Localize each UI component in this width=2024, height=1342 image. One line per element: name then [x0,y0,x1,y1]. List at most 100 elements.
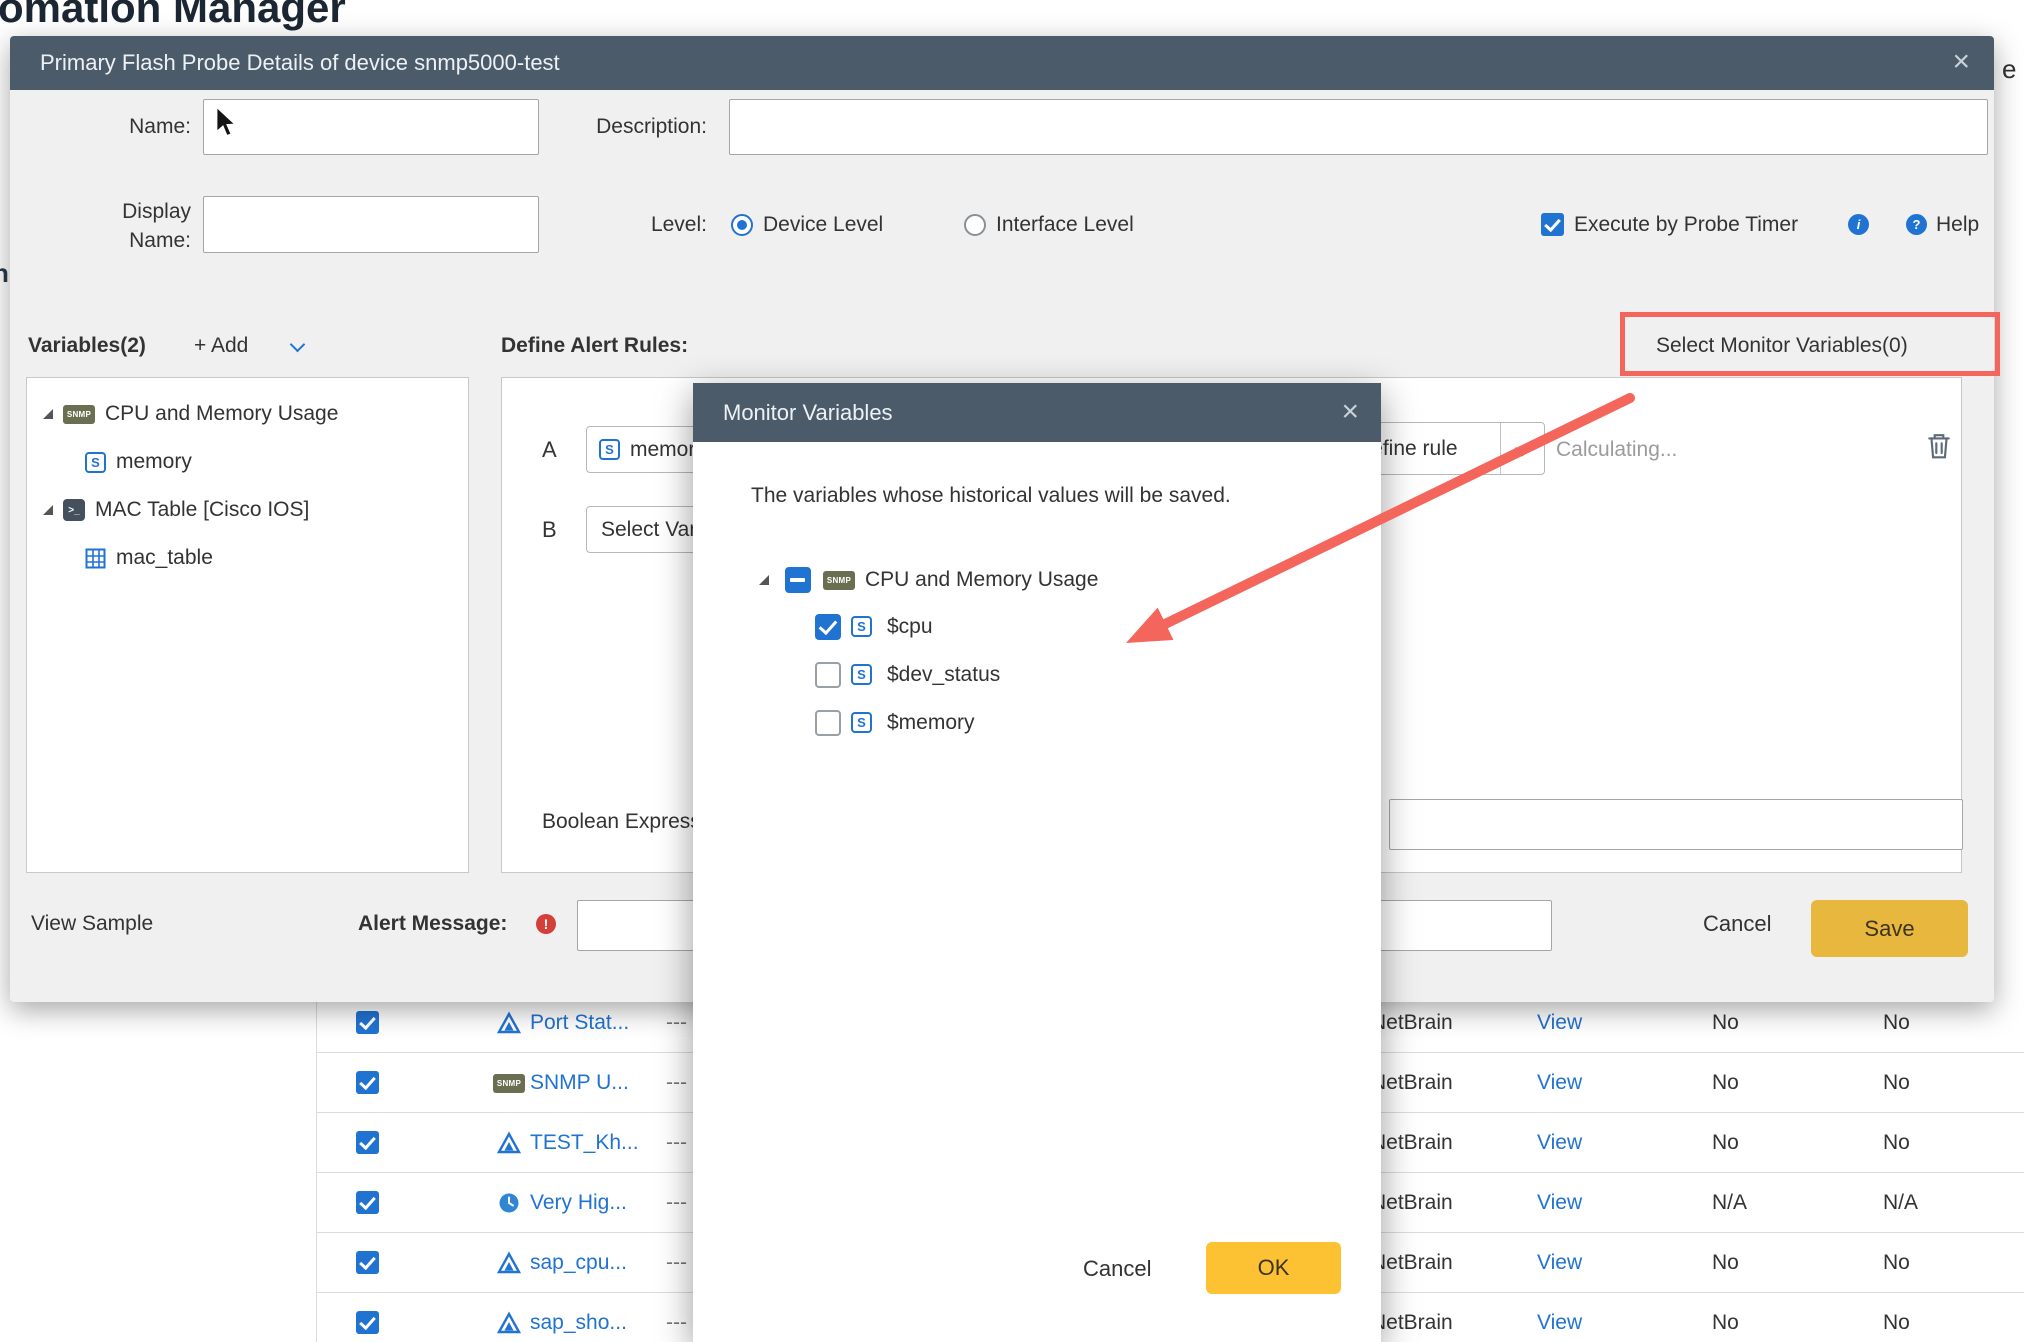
table-cell: --- [666,1068,687,1098]
row-checkbox[interactable] [356,1191,379,1214]
view-link[interactable]: View [1537,1128,1582,1158]
device-level-radio[interactable] [731,214,753,236]
interface-level-label[interactable]: Interface Level [996,196,1134,253]
tree-item-mac-table[interactable]: >_ MAC Table [Cisco IOS] [27,486,468,534]
display-name-label-line2: Name: [129,229,191,252]
modal-close-icon[interactable]: × [1341,383,1359,440]
execute-by-probe-timer-label: Execute by Probe Timer [1574,196,1798,253]
add-variable-button[interactable]: + Add [194,329,248,363]
string-variable-icon: S [85,452,106,473]
expanded-triangle-icon[interactable] [43,505,53,515]
cancel-button[interactable]: Cancel [1703,904,1771,944]
display-name-input[interactable] [203,196,539,253]
help-icon[interactable]: ? [1906,214,1927,235]
probe-name-link[interactable]: SNMP U... [530,1068,629,1098]
modal-ok-button[interactable]: OK [1206,1242,1341,1294]
warning-icon: ! [536,914,556,934]
table-cell: No [1712,1068,1739,1098]
description-label: Description: [530,99,707,155]
calculating-status: Calculating... [1556,426,1677,473]
tree-item-mac-table-var[interactable]: mac_table [27,534,468,582]
name-input[interactable] [203,99,539,155]
table-icon [85,548,106,569]
qapp-icon [492,1130,526,1156]
tree-item-label: mac_table [116,546,213,570]
view-link[interactable]: View [1537,1008,1582,1038]
qapp-icon [492,1250,526,1276]
table-cell: No [1883,1128,1910,1158]
view-link[interactable]: View [1537,1308,1582,1338]
modal-cancel-button[interactable]: Cancel [1083,1249,1151,1289]
save-button[interactable]: Save [1811,900,1968,957]
view-link[interactable]: View [1537,1188,1582,1218]
view-link[interactable]: View [1537,1068,1582,1098]
left-text-fragment: h [0,258,9,289]
view-sample-link[interactable]: View Sample [31,904,153,944]
tree-item-memory[interactable]: S memory [27,438,468,486]
vendor-cell: NetBrain [1371,1128,1453,1158]
display-name-label-line1: Display [122,200,191,223]
interface-level-radio[interactable] [964,214,986,236]
memory-checkbox[interactable] [815,710,841,736]
probe-name-link[interactable]: sap_cpu... [530,1248,627,1278]
row-checkbox[interactable] [356,1071,379,1094]
cpu-checkbox[interactable] [815,614,841,640]
row-checkbox[interactable] [356,1131,379,1154]
close-icon[interactable]: × [1952,36,1970,88]
chevron-down-icon[interactable] [290,337,306,353]
probe-name-link[interactable]: sap_sho... [530,1308,627,1338]
level-label: Level: [530,196,707,253]
name-label: Name: [50,99,191,155]
row-checkbox[interactable] [356,1011,379,1034]
tree-item-cpu-memory-usage[interactable]: SNMP CPU and Memory Usage [27,390,468,438]
boolean-expression-input[interactable] [1389,799,1963,850]
probe-name-link[interactable]: Very Hig... [530,1188,627,1218]
string-variable-icon: S [851,664,872,685]
display-name-label: Display Name: [50,197,191,255]
string-variable-icon: S [851,616,872,637]
view-link[interactable]: View [1537,1248,1582,1278]
probe-name-link[interactable]: TEST_Kh... [530,1128,639,1158]
table-cell: No [1883,1308,1910,1338]
table-cell: --- [666,1128,687,1158]
alert-message-label: Alert Message: [358,904,507,944]
snmp-icon: SNMP [492,1070,526,1096]
monitor-variables-modal: Monitor Variables × The variables whose … [693,383,1381,1342]
snmp-badge: SNMP [493,1074,525,1093]
expanded-triangle-icon[interactable] [43,409,53,419]
tree-item-label: MAC Table [Cisco IOS] [95,498,309,522]
execute-by-probe-timer-checkbox[interactable] [1541,213,1564,236]
variable-label[interactable]: $memory [887,710,975,736]
help-link[interactable]: Help [1936,196,1979,253]
table-cell: --- [666,1248,687,1278]
root-checkbox-indeterminate[interactable] [785,567,811,593]
table-cell: --- [666,1008,687,1038]
table-cell: --- [666,1308,687,1338]
root-node-label[interactable]: CPU and Memory Usage [865,567,1098,593]
vendor-cell: NetBrain [1371,1188,1453,1218]
device-level-label[interactable]: Device Level [763,196,883,253]
right-text-fragment: e [2002,54,2016,85]
variables-header: Variables(2) [28,329,146,363]
rule-b-label: B [542,506,557,553]
snmp-badge-icon: SNMP [823,571,855,590]
vendor-cell: NetBrain [1371,1248,1453,1278]
variable-label[interactable]: $cpu [887,614,933,640]
expanded-triangle-icon[interactable] [759,575,769,585]
table-cell: --- [666,1188,687,1218]
row-checkbox[interactable] [356,1311,379,1334]
table-cell: No [1712,1128,1739,1158]
chevron-down-icon[interactable] [1500,423,1544,474]
row-checkbox[interactable] [356,1251,379,1274]
alert-rules-header: Define Alert Rules: [501,329,688,363]
info-icon[interactable]: i [1848,214,1869,235]
description-input[interactable] [729,99,1988,155]
variable-label[interactable]: $dev_status [887,662,1000,688]
dev-status-checkbox[interactable] [815,662,841,688]
modal-title: Monitor Variables [723,383,893,442]
table-cell: N/A [1712,1188,1747,1218]
qapp-icon [492,1010,526,1036]
probe-name-link[interactable]: Port Stat... [530,1008,629,1038]
table-cell: No [1883,1248,1910,1278]
trash-icon[interactable] [1926,432,1952,465]
